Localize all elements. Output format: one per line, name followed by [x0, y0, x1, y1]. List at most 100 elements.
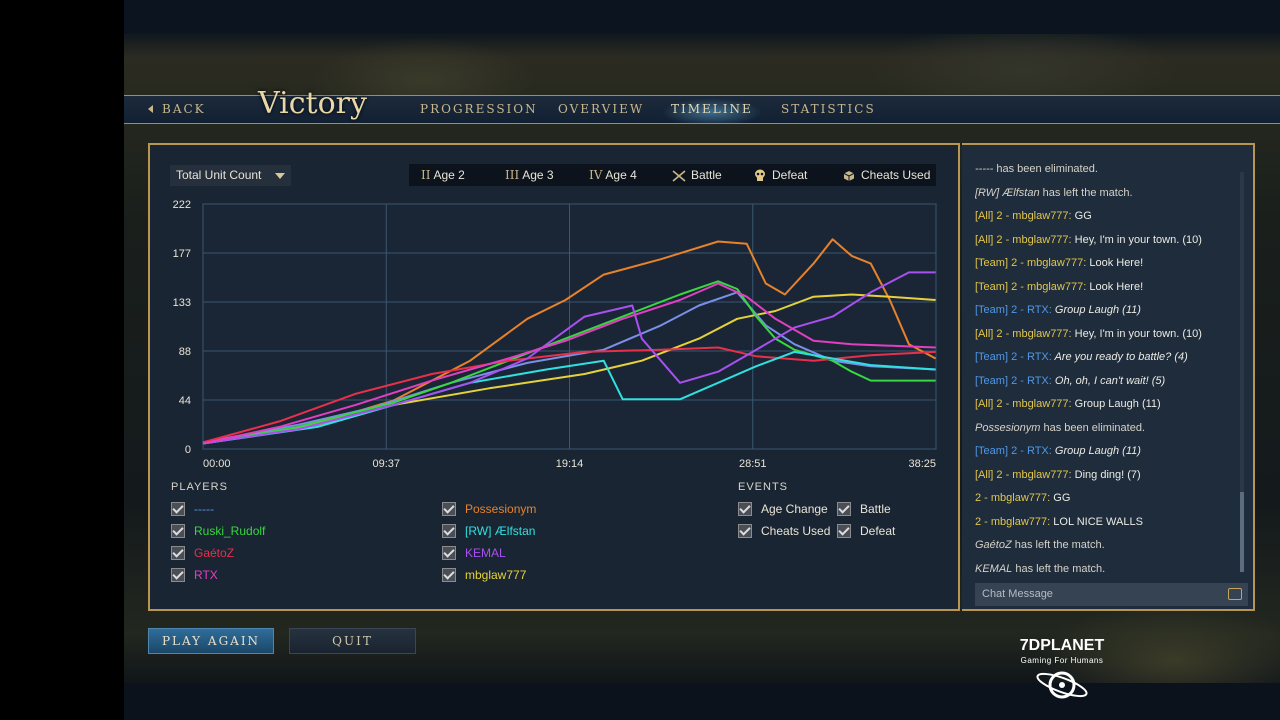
event-toggle[interactable]: Battle: [837, 500, 891, 518]
legend-age2-label: Age 2: [433, 168, 465, 182]
chat-text: has been eliminated.: [993, 163, 1098, 175]
chat-log: ----- has been eliminated. [RW] Ælfstan h…: [975, 158, 1237, 581]
x-tick-label: 19:14: [556, 458, 584, 470]
player-toggle[interactable]: Ruski_Rudolf: [171, 522, 265, 540]
event-toggle[interactable]: Cheats Used: [738, 522, 830, 540]
player-name: GaétoZ: [194, 546, 235, 560]
events-header: EVENTS: [738, 481, 789, 493]
legend-battle: Battle: [672, 164, 722, 186]
event-toggle[interactable]: Defeat: [837, 522, 895, 540]
checkbox[interactable]: [171, 545, 185, 560]
skull-icon: [755, 169, 765, 182]
player-toggle[interactable]: GaétoZ: [171, 544, 234, 562]
tab-overview[interactable]: OVERVIEW: [558, 96, 644, 123]
x-tick-label: 28:51: [739, 458, 767, 470]
checkbox[interactable]: [442, 523, 456, 538]
quit-button[interactable]: QUIT: [289, 628, 416, 654]
chat-message: [Team] 2 - mbglaw777: Look Here!: [975, 276, 1237, 300]
player-toggle[interactable]: RTX: [171, 566, 218, 584]
chat-text: Look Here!: [1086, 257, 1144, 269]
player-name: Possesionym: [465, 502, 537, 516]
chat-sender: [All] 2 - mbglaw777:: [975, 233, 1072, 246]
chat-sender: [Team] 2 - RTX:: [975, 304, 1052, 316]
player-name: -----: [194, 502, 214, 516]
chat-sender: [Team] 2 - RTX:: [975, 374, 1052, 387]
chat-message: 2 - mbglaw777: GG: [975, 487, 1237, 511]
chat-message: [All] 2 - mbglaw777: Ding ding! (7): [975, 464, 1237, 488]
chat-sender: [Team] 2 - mbglaw777:: [975, 257, 1087, 269]
play-again-button[interactable]: PLAY AGAIN: [148, 628, 274, 654]
back-arrow-icon: [148, 105, 153, 113]
chat-text: Group Laugh (11): [1051, 445, 1141, 457]
chat-text: Oh, oh, I can't wait! (5): [1051, 374, 1166, 387]
chat-message-input[interactable]: Chat Message: [975, 583, 1248, 606]
y-tick-label: 44: [179, 395, 191, 407]
chat-sender: [All] 2 - mbglaw777:: [975, 327, 1072, 340]
tab-progression[interactable]: PROGRESSION: [420, 96, 538, 123]
chat-scroll-thumb[interactable]: [1240, 492, 1244, 572]
planet-logo-icon: [1036, 671, 1088, 699]
x-tick-label: 38:25: [908, 458, 936, 470]
chat-sender: [All] 2 - mbglaw777:: [975, 468, 1072, 481]
legend-age3-label: Age 3: [522, 168, 554, 182]
checkbox[interactable]: [738, 523, 752, 538]
checkbox[interactable]: [442, 501, 456, 516]
chat-sender: 2 - mbglaw777:: [975, 492, 1051, 504]
tab-statistics[interactable]: STATISTICS: [781, 96, 876, 123]
back-button[interactable]: BACK: [148, 96, 206, 123]
legend-age4-label: Age 4: [605, 168, 637, 182]
chat-input-placeholder: Chat Message: [982, 588, 1053, 600]
metric-dropdown[interactable]: Total Unit Count: [170, 165, 291, 186]
tab-timeline[interactable]: TIMELINE: [659, 96, 765, 123]
player-toggle[interactable]: Possesionym: [442, 500, 536, 518]
chat-sender: Possesionym: [975, 421, 1041, 434]
player-name: mbglaw777: [465, 568, 527, 582]
chat-sender: [RW] Ælfstan: [975, 186, 1040, 199]
legend-battle-label: Battle: [691, 168, 722, 182]
chat-message: [All] 2 - mbglaw777: Group Laugh (11): [975, 393, 1237, 417]
checkbox[interactable]: [837, 523, 851, 538]
player-toggle[interactable]: [RW] Ælfstan: [442, 522, 535, 540]
player-toggle[interactable]: -----: [171, 500, 214, 518]
chat-bubble-icon[interactable]: [1228, 588, 1242, 600]
chat-text: Ding ding! (7): [1071, 468, 1141, 481]
players-header: PLAYERS: [171, 481, 228, 493]
chat-message: [Team] 2 - RTX: Group Laugh (11): [975, 299, 1237, 323]
event-label: Defeat: [860, 524, 896, 538]
legend-cheats: Cheats Used: [843, 164, 930, 186]
chat-text: has been eliminated.: [1040, 421, 1145, 434]
checkbox[interactable]: [738, 501, 752, 516]
chat-sender: [All] 2 - mbglaw777:: [975, 398, 1072, 410]
legend-age2: II Age 2: [421, 164, 465, 186]
checkbox[interactable]: [171, 567, 185, 582]
checkbox[interactable]: [442, 545, 456, 560]
chat-text: Hey, I'm in your town. (10): [1071, 327, 1202, 340]
player-toggle[interactable]: KEMAL: [442, 544, 506, 562]
player-name: KEMAL: [465, 546, 506, 560]
chat-message: [All] 2 - mbglaw777: Hey, I'm in your to…: [975, 323, 1237, 347]
checkbox[interactable]: [837, 501, 851, 516]
brand-name: 7DPLANET: [1019, 637, 1105, 654]
chat-text: Hey, I'm in your town. (10): [1071, 233, 1202, 246]
checkbox[interactable]: [171, 523, 185, 538]
chat-sender: -----: [975, 163, 994, 175]
chat-message: [All] 2 - mbglaw777: Hey, I'm in your to…: [975, 229, 1237, 253]
legend-age4: IV Age 4: [589, 164, 637, 186]
timeline-chart: 0 44 88 133 177 222 00:00 09:37 19:14 28:51 38:25: [173, 199, 937, 470]
event-label: Cheats Used: [761, 524, 831, 538]
chat-message: Possesionym has been eliminated.: [975, 417, 1237, 441]
chat-text: Are you ready to battle? (4): [1051, 351, 1188, 363]
player-toggle[interactable]: mbglaw777: [442, 566, 526, 584]
event-toggle[interactable]: Age Change: [738, 500, 828, 518]
chat-message: [Team] 2 - RTX: Oh, oh, I can't wait! (5…: [975, 370, 1237, 394]
chat-sender: [All] 2 - mbglaw777:: [975, 210, 1072, 222]
age4-symbol: IV: [589, 168, 603, 182]
checkbox[interactable]: [442, 567, 456, 582]
chat-scrollbar[interactable]: [1240, 172, 1244, 572]
chat-text: has left the match.: [1039, 186, 1133, 199]
back-label: BACK: [162, 102, 206, 116]
legend-cheats-label: Cheats Used: [861, 168, 931, 182]
top-band: [124, 0, 1280, 34]
chat-text: has left the match.: [1011, 539, 1105, 551]
checkbox[interactable]: [171, 501, 185, 516]
